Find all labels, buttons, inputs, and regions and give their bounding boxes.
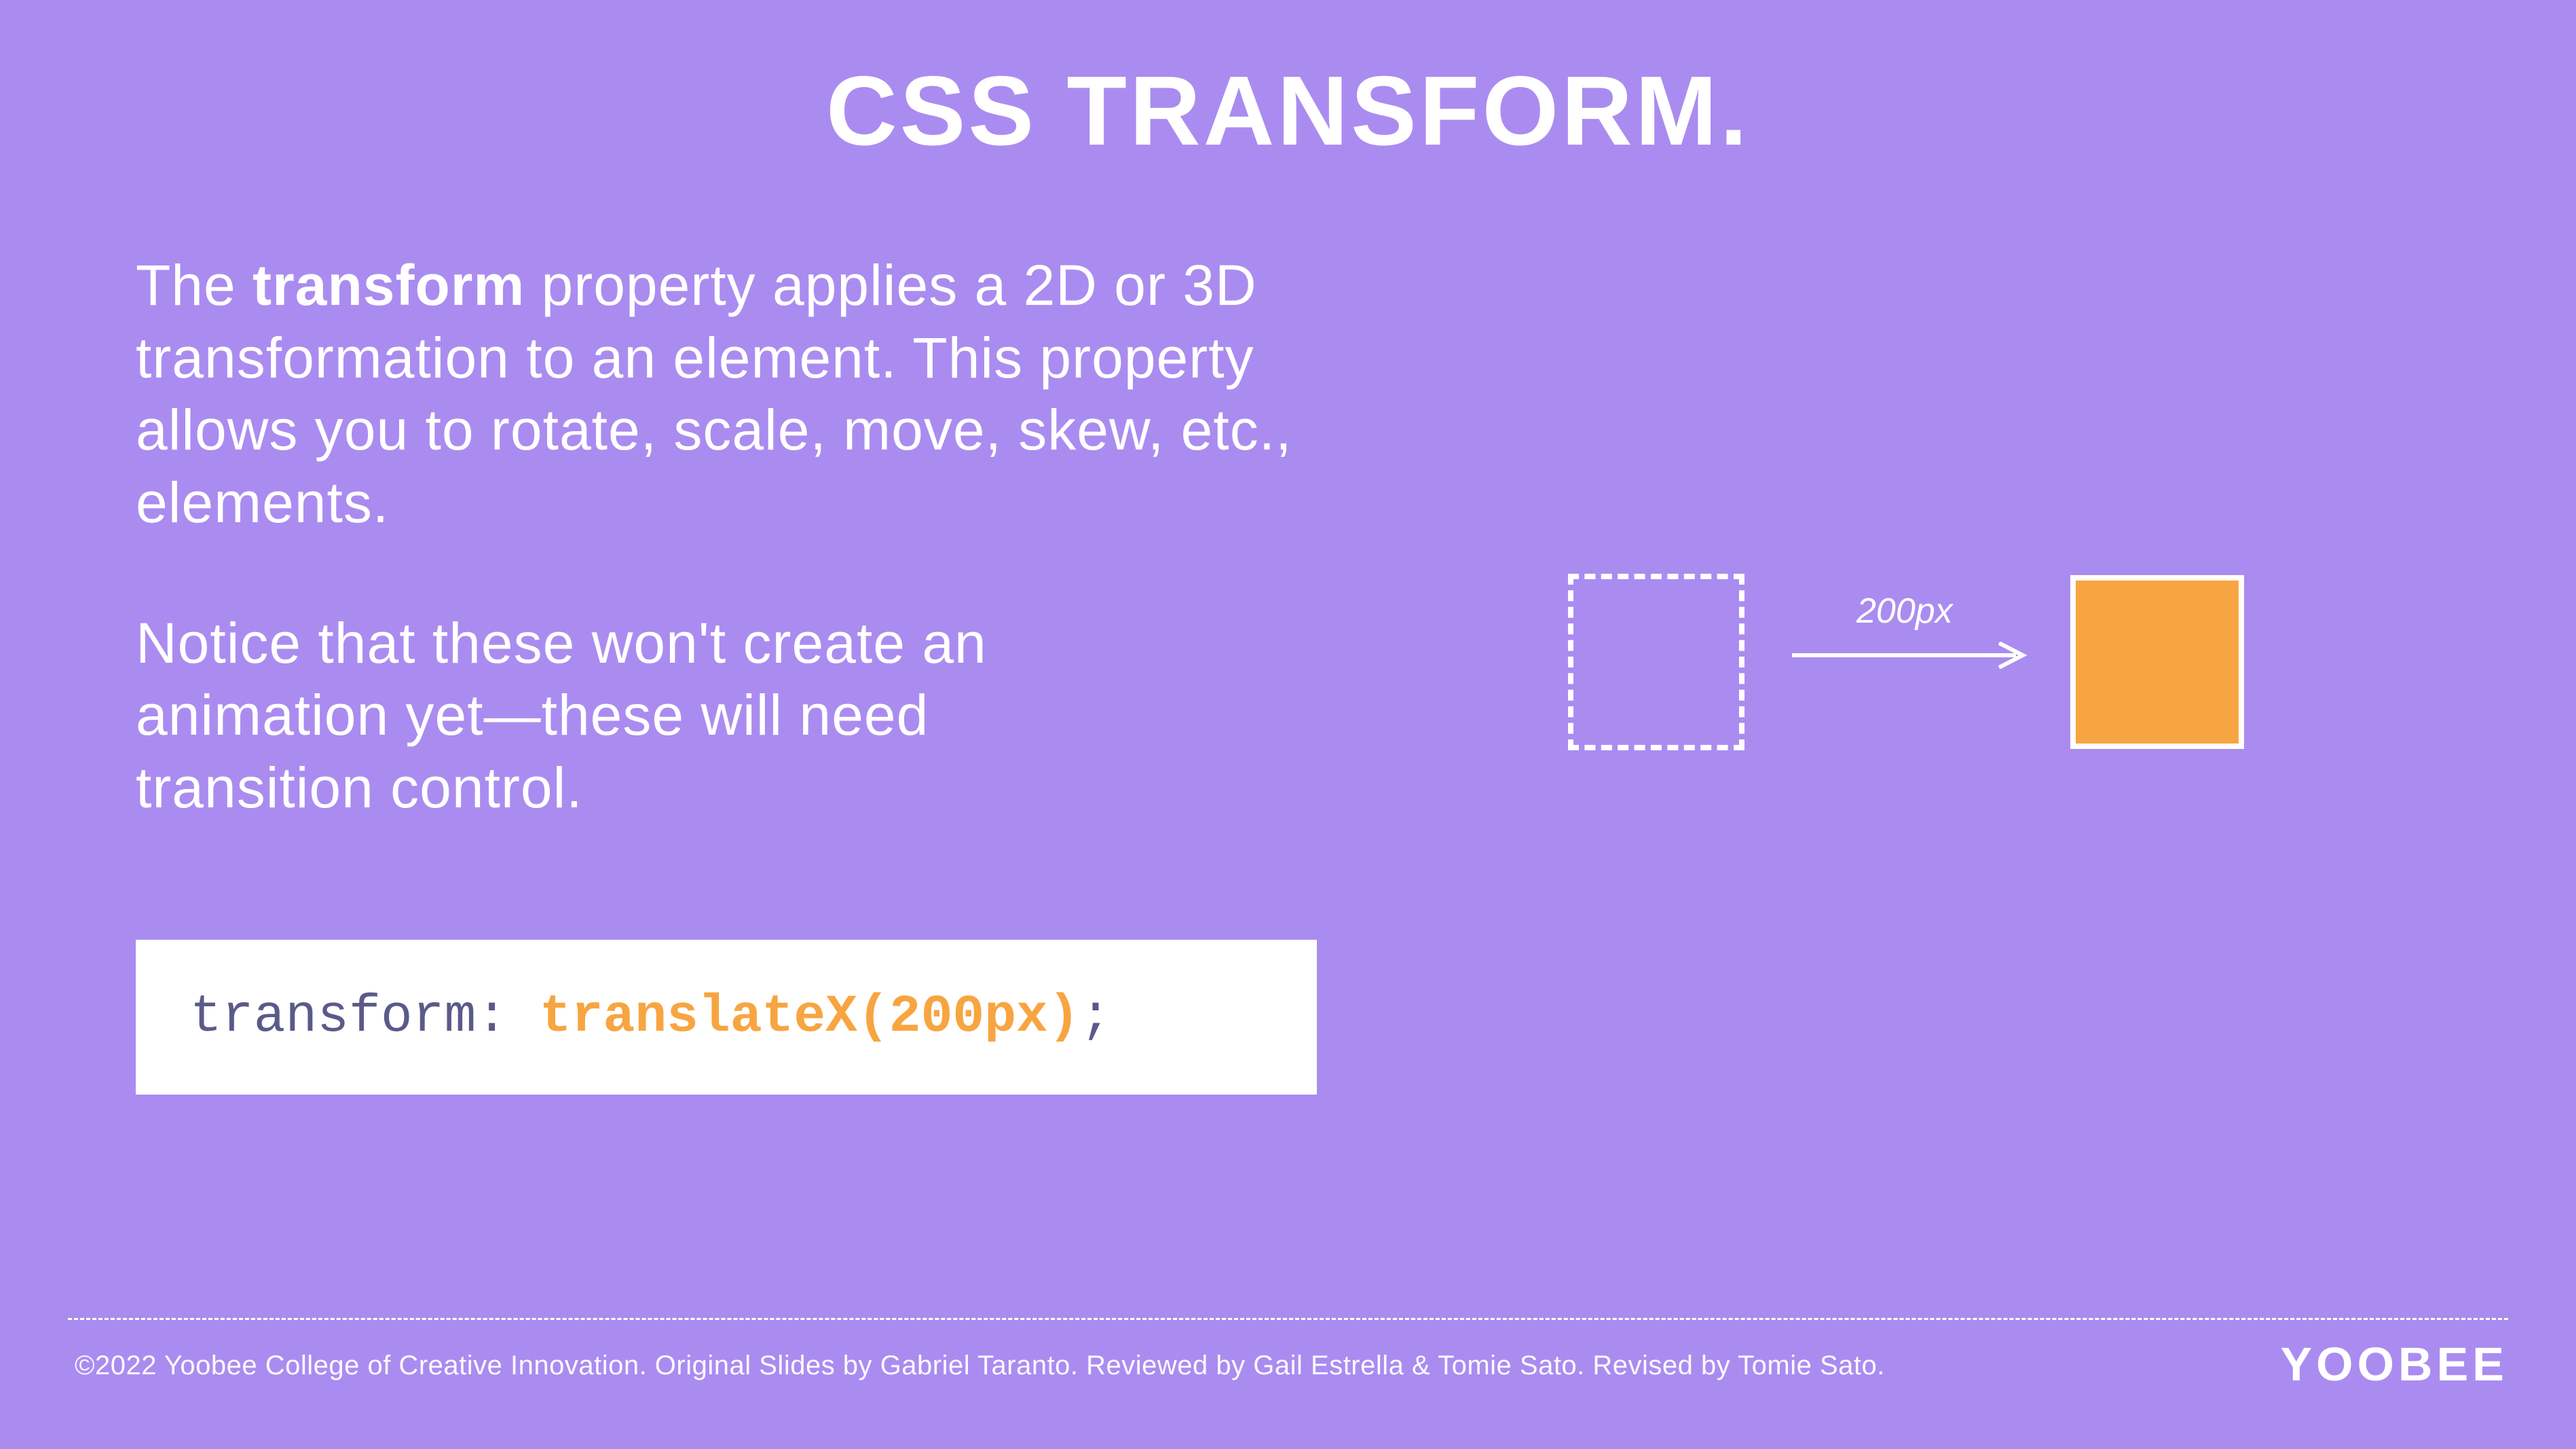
- para1-bold: transform: [253, 253, 525, 317]
- arrow-container: 200px: [1792, 642, 2030, 672]
- transformed-position-box: [2070, 575, 2244, 749]
- arrow-icon: [1792, 642, 2030, 669]
- paragraph-2: Notice that these won't create an animat…: [136, 607, 1154, 824]
- paragraph-1: The transform property applies a 2D or 3…: [136, 249, 1324, 539]
- content-area: The transform property applies a 2D or 3…: [0, 168, 1324, 1095]
- yoobee-logo: YOOBEE: [2280, 1337, 2508, 1391]
- original-position-box: [1568, 574, 1744, 750]
- para1-pre: The: [136, 253, 253, 317]
- slide-title: CSS TRANSFORM.: [0, 0, 2576, 168]
- code-value: translateX(200px): [540, 987, 1080, 1047]
- footer-divider: [68, 1318, 2508, 1320]
- footer-text: ©2022 Yoobee College of Creative Innovat…: [75, 1351, 1885, 1381]
- arrow-label: 200px: [1856, 591, 1953, 631]
- code-property: transform:: [190, 987, 540, 1047]
- code-semicolon: ;: [1080, 987, 1112, 1047]
- code-block: transform: translateX(200px);: [136, 940, 1317, 1095]
- transform-diagram: 200px: [1568, 574, 2301, 750]
